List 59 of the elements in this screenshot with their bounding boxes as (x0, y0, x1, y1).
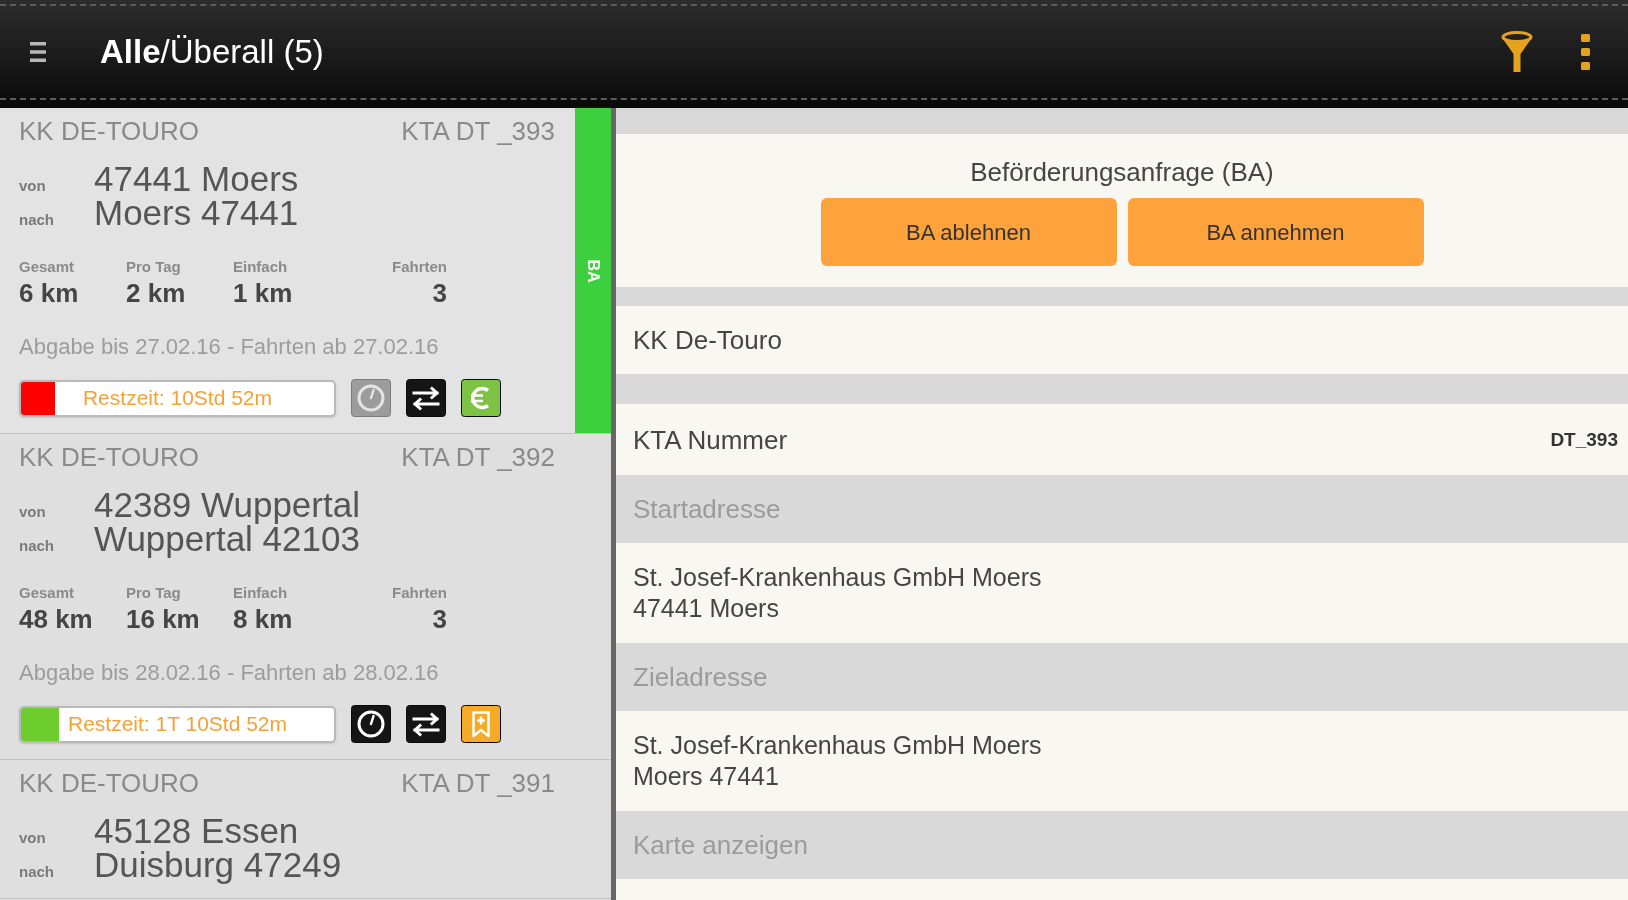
page-title: Alle/Überall (5) (100, 32, 324, 72)
route-label: von (19, 176, 47, 196)
stat-value: 48 km (19, 605, 93, 633)
route-label: von (19, 502, 47, 522)
request-title: Beförderungsanfrage (BA) (970, 156, 1274, 188)
route-label: nach (19, 536, 55, 556)
stat-label: Fahrten (392, 258, 447, 276)
insurer-name: KK DE-TOURO (19, 768, 200, 798)
menu-icon[interactable] (30, 42, 46, 62)
insurer-name: KK DE-TOURO (19, 442, 200, 472)
stat-value: 2 km (126, 279, 186, 307)
status-tag: BA (575, 108, 611, 433)
stat-value: 1 km (233, 279, 293, 307)
remaining-time-text: Restzeit: 1T 10Std 52m (67, 711, 288, 737)
stat-value: 6 km (19, 279, 79, 307)
detail-value: KK De-Touro (633, 324, 782, 356)
insurer-name: KK DE-TOURO (19, 116, 200, 146)
route-label: nach (19, 210, 55, 230)
address-text: St. Josef-Krankenhaus GmbH Moers 47441 Moers (633, 562, 1042, 624)
route-label: nach (19, 862, 55, 882)
section-heading: Zieladresse (633, 661, 768, 693)
more-options-icon[interactable] (1581, 34, 1590, 70)
remaining-time-text: Restzeit: 10Std 52m (82, 385, 273, 411)
request-card[interactable]: KK DE-TOURO KTA DT _393 von 47441 Moers nach Moers 47441 Gesamt 6 km Pro Tag 2 km Einfach 1 km Fahrten 3 Abgabe bis 27.02.16 - Fahrten ab 27.02.16 Restzeit: 10Std 52m BA (0, 108, 611, 434)
stat-label: Einfach (233, 584, 288, 602)
stat-value: 3 (432, 279, 447, 307)
route-place: 47441 Moers (94, 162, 299, 196)
route-place: 42389 Wuppertal (94, 488, 360, 522)
stat-value: 3 (432, 605, 447, 633)
swap-arrows-icon[interactable] (406, 705, 446, 743)
stat-label: Pro Tag (126, 584, 181, 602)
kta-number: KTA DT _392 (401, 442, 555, 472)
section-heading: Karte anzeigen (633, 829, 808, 861)
clock-icon[interactable] (351, 705, 391, 743)
dates-text: Abgabe bis 28.02.16 - Fahrten ab 28.02.16 (19, 660, 440, 686)
stat-label: Gesamt (19, 258, 75, 276)
filter-icon[interactable] (1501, 31, 1533, 73)
kta-number: KTA DT _391 (401, 768, 555, 798)
route-place: Moers 47441 (94, 196, 299, 230)
action-button[interactable]: BA ablehnen (820, 198, 1117, 266)
stat-label: Pro Tag (126, 258, 181, 276)
stat-label: Fahrten (392, 584, 447, 602)
route-place: 45128 Essen (94, 814, 299, 848)
field-label: KTA Nummer (633, 423, 788, 456)
section-heading: Startadresse (633, 493, 781, 525)
stat-label: Gesamt (19, 584, 75, 602)
address-text: St. Josef-Krankenhaus GmbH Moers Moers 47441 (633, 730, 1042, 792)
route-place: Duisburg 47249 (94, 848, 342, 882)
euro-icon[interactable] (461, 379, 501, 417)
stat-value: 8 km (233, 605, 293, 633)
bookmark-plus-icon[interactable] (461, 705, 501, 743)
swap-arrows-icon[interactable] (406, 379, 446, 417)
stat-value: 16 km (126, 605, 200, 633)
kta-number: KTA DT _393 (401, 116, 555, 146)
field-value: DT_393 (1550, 427, 1618, 452)
dates-text: Abgabe bis 27.02.16 - Fahrten ab 27.02.16 (19, 334, 440, 360)
stat-label: Einfach (233, 258, 288, 276)
route-label: von (19, 828, 47, 848)
action-button[interactable]: BA annehmen (1127, 198, 1424, 266)
